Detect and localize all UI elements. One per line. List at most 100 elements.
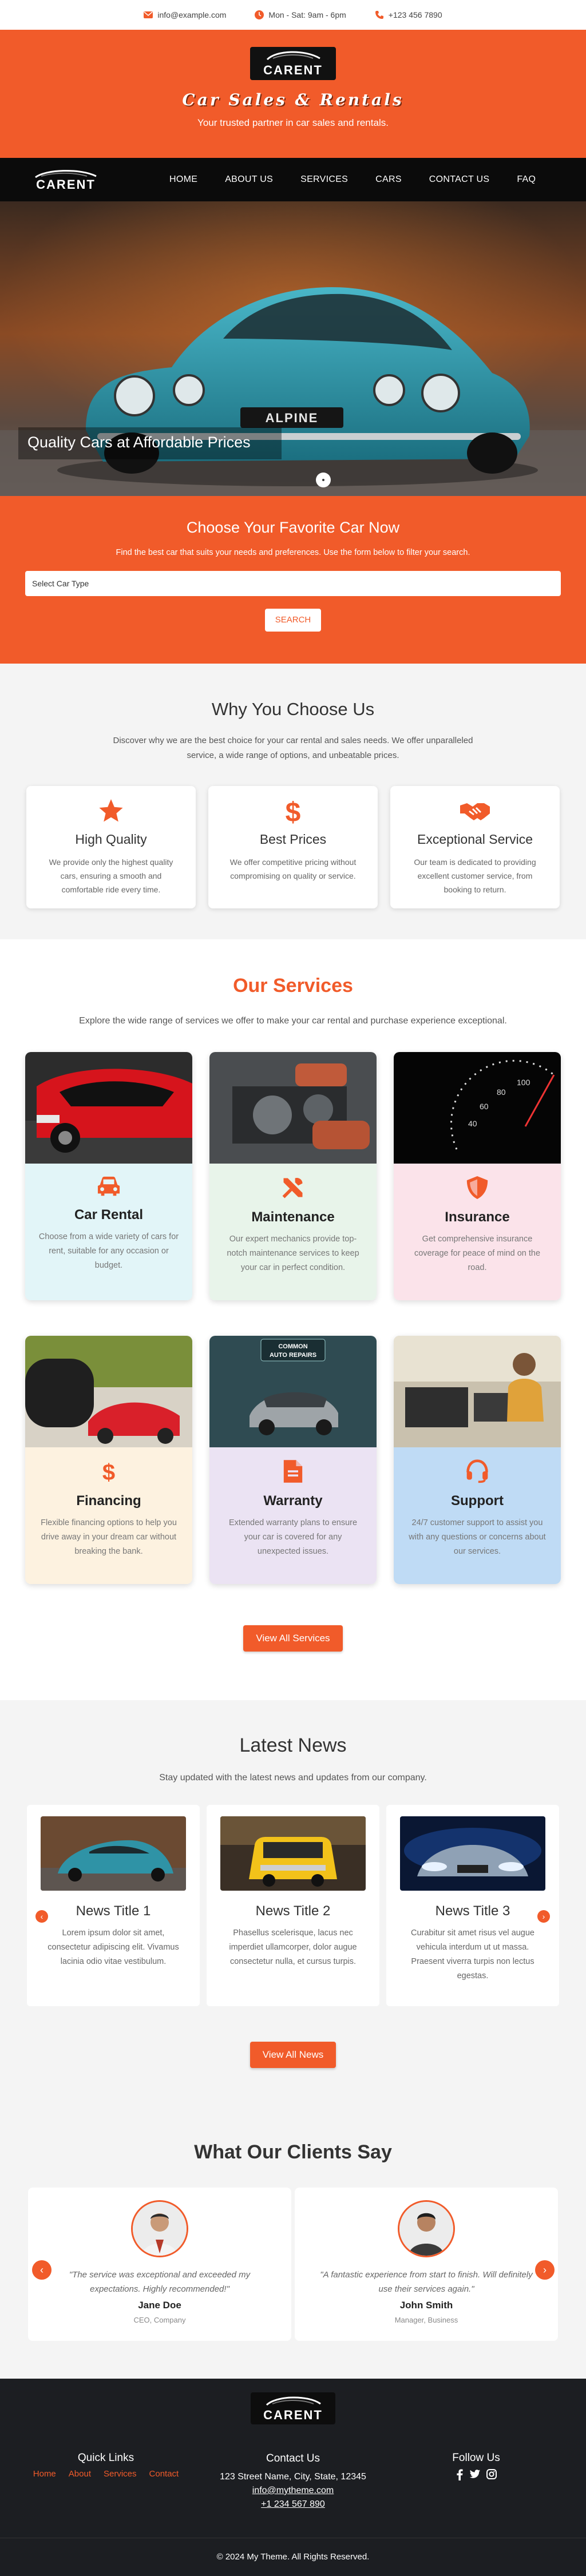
service-title: Maintenance (251, 1209, 335, 1225)
why-card-text: We provide only the highest quality cars… (49, 858, 173, 894)
news-intro: Stay updated with the latest news and up… (159, 1773, 427, 1783)
service-text: Our expert mechanics provide top-notch m… (227, 1235, 359, 1272)
topbar-email-text: info@example.com (157, 10, 227, 19)
facebook-icon[interactable] (456, 2469, 464, 2480)
footer-quick-links-title: Quick Links (77, 2452, 134, 2464)
svg-text:100: 100 (517, 1078, 530, 1087)
news-card-1[interactable]: News Title 1 Lorem ipsum dolor sit amet,… (27, 1805, 200, 2006)
news-item-title: News Title 3 (435, 1903, 510, 1919)
services-intro: Explore the wide range of services we of… (79, 1016, 507, 1026)
document-icon (283, 1460, 303, 1483)
top-info-bar: info@example.com Mon - Sat: 9am - 6pm +1… (0, 0, 586, 30)
service-card-support[interactable]: Support 24/7 customer support to assist … (394, 1336, 561, 1584)
nav-item-about[interactable]: ABOUT US (225, 174, 273, 185)
footer-link-contact[interactable]: Contact (149, 2469, 179, 2479)
news-item-text: Curabitur sit amet risus vel augue vehic… (411, 1928, 534, 1980)
news-card-3[interactable]: News Title 3 Curabitur sit amet risus ve… (386, 1805, 559, 2006)
brand-logo[interactable]: CARENT (250, 47, 336, 80)
news-photo-3 (400, 1816, 545, 1891)
service-photo-financing (25, 1336, 192, 1447)
nav-item-cars[interactable]: CARS (375, 174, 402, 185)
service-card-rental[interactable]: Car Rental Choose from a wide variety of… (25, 1052, 192, 1300)
copyright-bar: © 2024 My Theme. All Rights Reserved. (0, 2538, 586, 2576)
why-card-text: We offer competitive pricing without com… (229, 858, 357, 880)
hero-slider[interactable]: ALPINE Quality Cars at Affordable Prices (0, 201, 586, 496)
testimonial-next-arrow[interactable]: › (535, 2260, 555, 2280)
footer-email-link[interactable]: info@mytheme.com (201, 2484, 385, 2498)
main-nav: CARENT HOME ABOUT US SERVICES CARS CONTA… (0, 158, 586, 201)
view-all-services-button[interactable]: View All Services (243, 1625, 343, 1652)
service-card-insurance[interactable]: 40 60 80 100 Insurance Get comprehensive in… (394, 1052, 561, 1300)
footer-link-about[interactable]: About (69, 2469, 91, 2479)
footer-link-services[interactable]: Services (104, 2469, 137, 2479)
testimonial-role: Manager, Business (394, 2316, 458, 2324)
topbar-hours: Mon - Sat: 9am - 6pm (255, 10, 346, 19)
testimonial-quote: "A fantastic experience from start to fi… (320, 2270, 533, 2294)
twitter-icon[interactable] (469, 2469, 481, 2479)
footer-phone-link[interactable]: +1 234 567 890 (201, 2498, 385, 2511)
hero-caption: Quality Cars at Affordable Prices (18, 427, 282, 459)
service-text: Choose from a wide variety of cars for r… (38, 1232, 179, 1270)
dollar-icon: $ (286, 797, 301, 825)
choose-car-section: Choose Your Favorite Car Now Find the be… (0, 496, 586, 664)
service-card-financing[interactable]: $ Financing Flexible financing options t… (25, 1336, 192, 1584)
service-photo-maintenance (209, 1052, 377, 1164)
why-intro: Discover why we are the best choice for … (113, 736, 473, 760)
service-card-maintenance[interactable]: Maintenance Our expert mechanics provide… (209, 1052, 377, 1300)
shield-icon (466, 1176, 488, 1199)
footer-contact-title: Contact Us (266, 2452, 320, 2464)
why-card-text: Our team is dedicated to providing excel… (414, 858, 536, 894)
news-section: Latest News Stay updated with the latest… (0, 1700, 586, 2107)
instagram-icon[interactable] (486, 2469, 497, 2479)
car-type-select[interactable]: Select Car Type (25, 571, 561, 596)
footer-logo[interactable]: CARENT (251, 2392, 335, 2424)
brand-subtitle: Your trusted partner in car sales and re… (197, 117, 389, 128)
brand-title: Car Sales & Rentals (182, 90, 404, 109)
testimonial-role: CEO, Company (133, 2316, 186, 2324)
footer-link-home[interactable]: Home (33, 2469, 56, 2479)
service-title: Financing (76, 1493, 141, 1509)
choose-title: Choose Your Favorite Car Now (186, 519, 400, 536)
news-card-2[interactable]: News Title 2 Phasellus scelerisque, lacu… (207, 1805, 379, 2006)
nav-item-faq[interactable]: FAQ (517, 174, 536, 185)
footer-logo-text: CARENT (263, 2408, 323, 2422)
service-text: 24/7 customer support to assist you with… (409, 1518, 546, 1556)
testimonial-quote: "The service was exceptional and exceede… (69, 2270, 251, 2294)
why-card-service: Exceptional Service Our team is dedicate… (390, 786, 560, 908)
tools-icon (282, 1178, 303, 1198)
testimonial-prev-arrow[interactable]: ‹ (32, 2260, 52, 2280)
topbar-email[interactable]: info@example.com (144, 10, 226, 19)
news-prev-arrow[interactable]: ‹ (35, 1910, 48, 1923)
search-button[interactable]: SEARCH (265, 609, 321, 632)
service-photo-rental (25, 1052, 192, 1164)
why-card-title: Best Prices (259, 832, 327, 847)
phone-icon (375, 11, 383, 19)
view-all-news-button[interactable]: View All News (250, 2042, 336, 2068)
service-title: Warranty (263, 1493, 323, 1509)
topbar-phone[interactable]: +123 456 7890 (375, 10, 442, 19)
warranty-banner-line1: COMMON (278, 1343, 307, 1350)
nav-item-contact[interactable]: CONTACT US (429, 174, 490, 185)
news-next-arrow[interactable]: › (537, 1910, 550, 1923)
star-icon (99, 799, 123, 822)
why-card-quality: High Quality We provide only the highest… (26, 786, 196, 908)
headset-icon (466, 1459, 488, 1483)
avatar (398, 2200, 455, 2257)
services-title: Our Services (233, 975, 353, 997)
news-item-text: Phasellus scelerisque, lacus nec imperdi… (229, 1928, 357, 1966)
topbar-hours-text: Mon - Sat: 9am - 6pm (268, 10, 346, 19)
svg-text:60: 60 (480, 1102, 489, 1111)
nav-logo[interactable]: CARENT (23, 168, 109, 191)
testimonials-section: What Our Clients Say "The service was ex… (0, 2107, 586, 2379)
svg-text:$: $ (286, 797, 301, 825)
service-text: Extended warranty plans to ensure your c… (228, 1518, 358, 1556)
nav-item-services[interactable]: SERVICES (300, 174, 348, 185)
testimonials-title: What Our Clients Say (194, 2141, 392, 2163)
brand-hero: CARENT Car Sales & Rentals Your trusted … (0, 30, 586, 158)
why-card-title: Exceptional Service (417, 832, 533, 847)
slider-dot[interactable] (316, 473, 331, 487)
footer-address: 123 Street Name, City, State, 12345 (220, 2472, 366, 2482)
service-card-warranty[interactable]: COMMON AUTO REPAIRS Warranty Extended war… (209, 1336, 377, 1584)
nav-menu: HOME ABOUT US SERVICES CARS CONTACT US F… (169, 174, 536, 185)
nav-item-home[interactable]: HOME (169, 174, 197, 185)
